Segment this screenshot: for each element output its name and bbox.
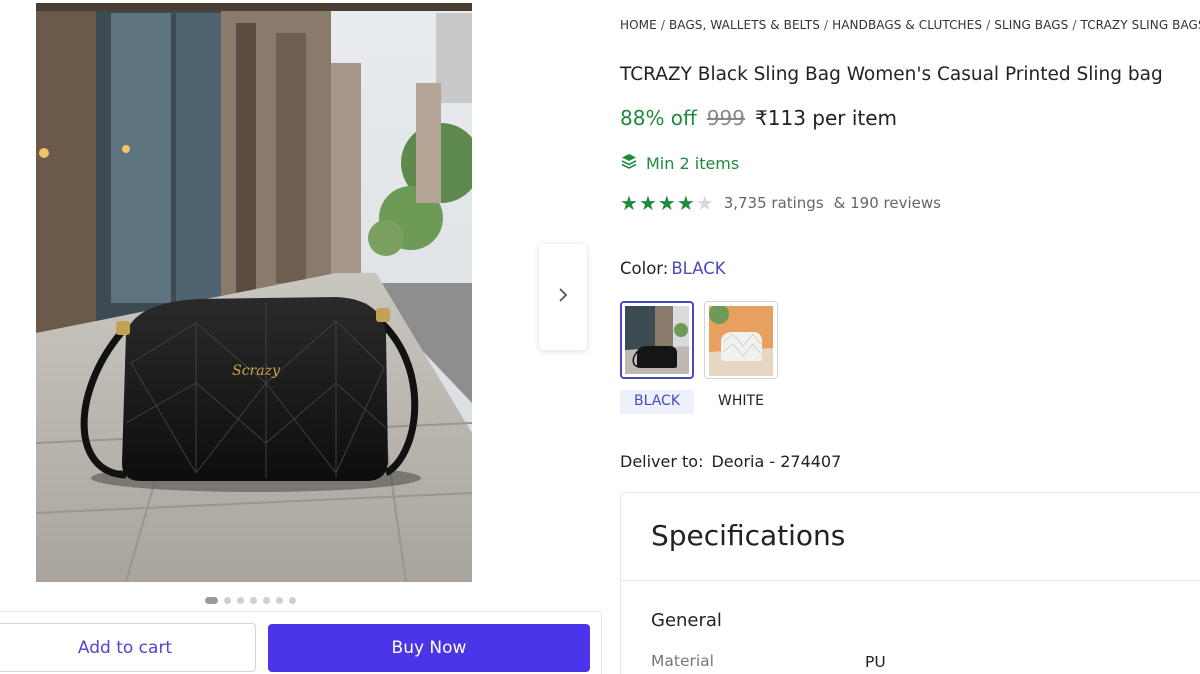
price-row: 88% off 999 ₹113 per item (620, 106, 897, 130)
breadcrumb-handbags-clutches[interactable]: HANDBAGS & CLUTCHES (832, 18, 982, 32)
rating-stars: ★ ★ ★ ★ ★ (620, 193, 714, 213)
star-icon: ★ (695, 191, 714, 215)
reviews-count: & 190 reviews (833, 194, 941, 212)
star-icon: ★ (638, 191, 657, 215)
purchase-action-bar: Add to cart Buy Now (0, 611, 602, 674)
breadcrumb-separator: / (660, 18, 665, 32)
deliver-to-label: Deliver to: (620, 452, 704, 471)
breadcrumb-separator: / (823, 18, 829, 32)
image-carousel-dots (205, 597, 296, 604)
svg-text:Scrazy: Scrazy (232, 363, 281, 379)
divider (621, 580, 1200, 581)
color-label-text: Color: (620, 259, 669, 278)
breadcrumb-bags-wallets-belts[interactable]: BAGS, WALLETS & BELTS (669, 18, 820, 32)
ratings-count: 3,735 ratings (723, 194, 824, 212)
min-items-text: Min 2 items (646, 153, 740, 173)
spec-key-material: Material (651, 652, 714, 670)
breadcrumb-home[interactable]: HOME (620, 18, 657, 32)
add-to-cart-button[interactable]: Add to cart (0, 623, 256, 672)
spec-section-general: General (651, 610, 722, 631)
swatch-label-black[interactable]: BLACK (620, 390, 694, 414)
carousel-dot[interactable] (276, 597, 283, 604)
star-icon: ★ (620, 191, 638, 215)
carousel-dot[interactable] (224, 597, 231, 604)
carousel-dot[interactable] (250, 597, 257, 604)
breadcrumb-sling-bags[interactable]: SLING BAGS (994, 18, 1068, 32)
breadcrumb-separator: / (1072, 18, 1077, 32)
selected-color: BLACK (671, 259, 726, 278)
breadcrumb-tcrazy-sling-bags[interactable]: TCRAZY SLING BAGS (1080, 18, 1200, 32)
breadcrumb-separator: / (986, 18, 991, 32)
rating-row[interactable]: ★ ★ ★ ★ ★ 3,735 ratings & 190 reviews (620, 193, 941, 213)
specifications-title: Specifications (651, 519, 846, 552)
next-image-button[interactable] (539, 244, 587, 350)
breadcrumb: HOME / BAGS, WALLETS & BELTS / HANDBAGS & CL… (620, 18, 1200, 32)
color-swatch-black[interactable] (620, 301, 694, 379)
spec-value-material: PU (865, 653, 886, 671)
carousel-dot[interactable] (289, 597, 296, 604)
black-bag-thumbnail (625, 306, 689, 374)
color-swatch-white[interactable] (704, 301, 778, 379)
min-items-info: Min 2 items (620, 152, 739, 174)
product-main-image[interactable]: Scrazy (36, 3, 472, 582)
carousel-dot[interactable] (263, 597, 270, 604)
swatch-label-white[interactable]: WHITE (704, 390, 778, 414)
carousel-dot[interactable] (205, 597, 218, 604)
carousel-dot[interactable] (237, 597, 244, 604)
delivery-location[interactable]: Deliver to: Deoria - 274407 (620, 452, 841, 471)
star-icon: ★ (676, 191, 695, 215)
selling-price: ₹113 per item (755, 106, 898, 130)
discount-percent: 88% off (620, 106, 697, 130)
stack-icon (620, 152, 638, 174)
delivery-pincode: Deoria - 274407 (711, 452, 842, 471)
bag-photo: Scrazy (36, 3, 472, 582)
specifications-card: Specifications General Material PU (620, 492, 1200, 674)
color-label: Color: BLACK (620, 259, 726, 278)
chevron-right-icon (557, 287, 569, 307)
white-bag-thumbnail (709, 304, 773, 376)
product-title: TCRAZY Black Sling Bag Women's Casual Pr… (620, 64, 1163, 85)
star-icon: ★ (657, 191, 676, 215)
original-price: 999 (706, 106, 746, 130)
buy-now-button[interactable]: Buy Now (268, 624, 590, 672)
